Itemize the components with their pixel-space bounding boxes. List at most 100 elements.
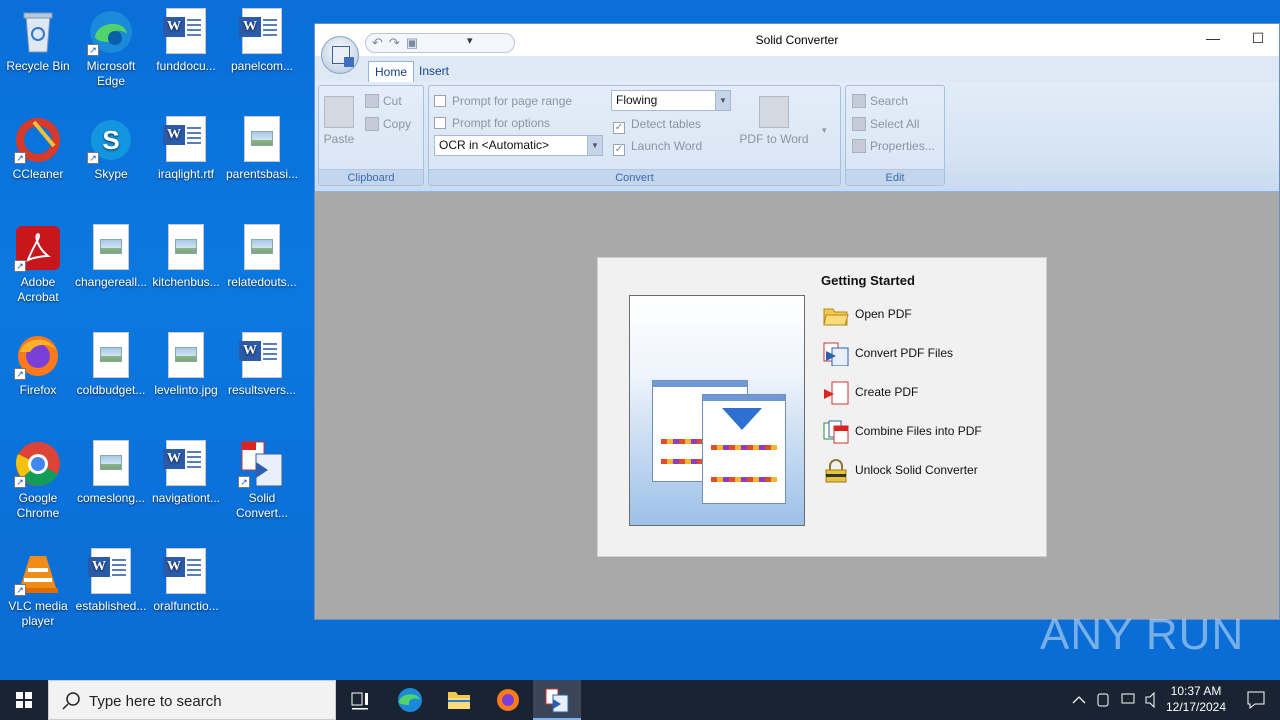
launch-word-checkbox[interactable]: ✓ Launch Word <box>613 138 702 156</box>
desktop-icon-changereall[interactable]: changereall... <box>73 224 149 290</box>
maximize-button[interactable]: ☐ <box>1243 30 1273 50</box>
shortcut-arrow-icon: ↗ <box>14 260 26 272</box>
desktop-icon-label: Firefox <box>19 383 57 397</box>
desktop-icon-vlc[interactable]: ↗ VLC media player <box>0 548 76 629</box>
paste-button[interactable]: Paste <box>323 96 355 146</box>
select-all-button[interactable]: Select All <box>852 116 919 132</box>
firefox-icon: ↗ <box>14 332 62 380</box>
solid-converter-icon <box>545 688 569 713</box>
combine-files-icon <box>823 420 849 444</box>
application-menu-button[interactable] <box>321 36 359 74</box>
open-pdf-link[interactable]: Open PDF <box>823 301 912 327</box>
folder-icon <box>448 692 470 709</box>
ocr-select[interactable]: OCR in <Automatic> ▼ <box>434 135 603 156</box>
shortcut-arrow-icon: ↗ <box>87 44 99 56</box>
desktop-icon-established[interactable]: W established... <box>73 548 149 614</box>
pdf-to-word-dropdown-icon[interactable]: ▾ <box>822 122 827 138</box>
desktop-icon-kitchenbus[interactable]: kitchenbus... <box>148 224 224 290</box>
desktop-icon-label: VLC media player <box>8 599 68 628</box>
desktop-icon-oralfunctio[interactable]: W oralfunctio... <box>148 548 224 614</box>
desktop-icon-label: relatedouts... <box>227 275 297 289</box>
desktop-icon-label: levelinto.jpg <box>154 383 218 397</box>
clock-time: 10:37 AM <box>1170 684 1222 698</box>
desktop-icon-google-chrome[interactable]: ↗ Google Chrome <box>0 440 76 521</box>
tab-home[interactable]: Home <box>368 61 415 82</box>
desktop-icon-recycle-bin[interactable]: Recycle Bin <box>0 8 76 74</box>
desktop-icon-levelinto[interactable]: levelinto.jpg <box>148 332 224 398</box>
layout-select-value: Flowing <box>616 93 658 107</box>
desktop-icon-resultsvers[interactable]: W resultsvers... <box>224 332 300 398</box>
shortcut-arrow-icon: ↗ <box>14 152 26 164</box>
properties-button[interactable]: Properties... <box>852 138 935 154</box>
combine-files-link[interactable]: Combine Files into PDF <box>823 418 982 444</box>
cut-button[interactable]: Cut <box>365 93 402 109</box>
desktop-icon-comeslong[interactable]: comeslong... <box>73 440 149 506</box>
desktop-icon-relatedouts[interactable]: relatedouts... <box>224 224 300 290</box>
clock[interactable]: 10:37 AM 12/17/2024 <box>1164 680 1228 720</box>
search-button[interactable]: Search <box>852 93 908 109</box>
image-file-icon <box>162 224 210 272</box>
notification-icon <box>1247 691 1265 710</box>
desktop-icon-label: parentsbasi... <box>225 167 299 181</box>
detect-tables-checkbox[interactable]: ✓ Detect tables <box>613 116 701 134</box>
desktop-icon-label: iraqlight.rtf <box>157 167 215 181</box>
taskbar: Type here to search 10:37 AM 12/17/2024 <box>0 680 1280 720</box>
start-button[interactable] <box>0 680 48 720</box>
desktop-icon-solid-converter[interactable]: ↗ Solid Convert... <box>224 440 300 521</box>
document-workspace: Getting Started Open PDF Convert PDF Fil… <box>315 192 1279 619</box>
word-doc-icon: W <box>238 332 286 380</box>
unlock-solid-converter-link[interactable]: Unlock Solid Converter <box>823 457 978 483</box>
convert-pdf-files-label: Convert PDF Files <box>855 346 954 360</box>
desktop-icon-label: Google Chrome <box>16 491 60 520</box>
taskbar-solid-converter[interactable] <box>533 680 581 720</box>
layout-select[interactable]: Flowing ▼ <box>611 90 731 111</box>
anyrun-watermark: ANY RUN <box>1040 610 1245 659</box>
convert-group: Prompt for page range Prompt for options… <box>428 85 841 186</box>
notifications-button[interactable] <box>1232 680 1280 720</box>
desktop-icon-navigationt[interactable]: W navigationt... <box>148 440 224 506</box>
create-pdf-icon <box>823 381 849 405</box>
taskbar-edge[interactable] <box>386 680 434 720</box>
image-file-icon <box>238 116 286 164</box>
desktop-icon-coldbudget[interactable]: coldbudget... <box>73 332 149 398</box>
taskbar-search[interactable]: Type here to search <box>48 680 336 720</box>
paste-icon <box>324 96 354 128</box>
convert-pdf-icon <box>823 342 849 367</box>
pdf-to-word-button[interactable]: PDF to Word <box>739 96 809 146</box>
search-icon <box>852 94 866 108</box>
ocr-select-value: OCR in <Automatic> <box>439 138 550 152</box>
desktop-icon-label: oralfunctio... <box>153 599 219 613</box>
create-pdf-link[interactable]: Create PDF <box>823 379 918 405</box>
desktop-icon-adobe-acrobat[interactable]: ↗ Adobe Acrobat <box>0 224 76 305</box>
volume-icon <box>1145 691 1155 709</box>
word-doc-icon: W <box>238 8 286 56</box>
task-view-button[interactable] <box>336 680 384 720</box>
open-pdf-label: Open PDF <box>855 307 912 321</box>
prompt-options-label: Prompt for options <box>452 116 551 130</box>
recycle-bin-icon <box>14 8 62 56</box>
desktop-icon-microsoft-edge[interactable]: ↗ Microsoft Edge <box>73 8 149 89</box>
convert-pdf-files-link[interactable]: Convert PDF Files <box>823 340 954 367</box>
prompt-options-checkbox[interactable]: Prompt for options <box>434 115 550 131</box>
desktop-icon-iraqlight[interactable]: W iraqlight.rtf <box>148 116 224 182</box>
taskbar-firefox[interactable] <box>484 680 532 720</box>
edge-icon <box>398 688 422 712</box>
desktop-icon-panelcom[interactable]: W panelcom... <box>224 8 300 74</box>
desktop-icon-parentsbasi[interactable]: parentsbasi... <box>224 116 300 182</box>
desktop-icon-funddocu[interactable]: W funddocu... <box>148 8 224 74</box>
copy-button[interactable]: Copy <box>365 116 411 132</box>
convert-group-label: Convert <box>429 169 840 185</box>
folder-open-icon <box>823 303 849 327</box>
arrow-down-icon <box>722 408 762 430</box>
desktop-icon-ccleaner[interactable]: ↗ CCleaner <box>0 116 76 182</box>
prompt-page-range-checkbox[interactable]: Prompt for page range <box>434 93 572 109</box>
clipboard-group-label: Clipboard <box>319 169 423 185</box>
taskbar-file-explorer[interactable] <box>435 680 483 720</box>
desktop-icon-firefox[interactable]: ↗ Firefox <box>0 332 76 398</box>
window-title: Solid Converter <box>755 33 839 47</box>
desktop-icon-skype[interactable]: S ↗ Skype <box>73 116 149 182</box>
device-icon <box>1097 693 1109 707</box>
minimize-button[interactable]: — <box>1198 30 1228 50</box>
shortcut-arrow-icon: ↗ <box>238 476 250 488</box>
tab-insert[interactable]: Insert <box>413 61 455 82</box>
